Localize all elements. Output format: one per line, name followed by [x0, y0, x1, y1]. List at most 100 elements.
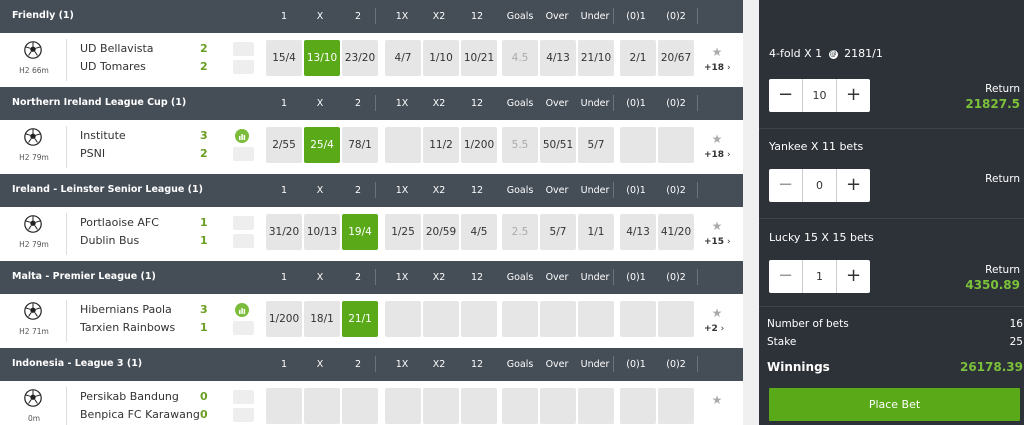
match-row[interactable]: H2 79m Institute PSNI 3 2 2/55 25/4 78/1 11/2 1/2…: [0, 120, 743, 174]
odds-button-1x[interactable]: [385, 388, 421, 424]
match-row[interactable]: 0m Persikab Bandung Benpica FC Karawang 0 0 ★: [0, 381, 743, 425]
divider: [66, 126, 67, 168]
odds-button-under[interactable]: 21/10: [578, 40, 614, 76]
odds-button-x2[interactable]: 1/10: [423, 40, 459, 76]
odds-button-x[interactable]: 10/13: [304, 214, 340, 250]
odds-button-x2[interactable]: 11/2: [423, 127, 459, 163]
odds-button-goals[interactable]: 4.5: [502, 40, 538, 76]
odds-button-12[interactable]: [461, 301, 497, 337]
odds-button-1[interactable]: 2/55: [266, 127, 302, 163]
odds-button-12[interactable]: 4/5: [461, 214, 497, 250]
yankee-stake-input[interactable]: 0: [803, 169, 836, 202]
odds-button-over[interactable]: [540, 388, 576, 424]
divider: [759, 306, 1024, 307]
home-team: Persikab Bandung: [80, 390, 179, 403]
odds-button-over[interactable]: 4/13: [540, 40, 576, 76]
odds-button-x2[interactable]: [423, 301, 459, 337]
placeholder-slot: [233, 60, 254, 74]
odds-button-1[interactable]: 31/20: [266, 214, 302, 250]
odds-button-01[interactable]: 4/13: [620, 214, 656, 250]
odds-button-01[interactable]: [620, 388, 656, 424]
odds-button-01[interactable]: [620, 301, 656, 337]
odds-button-02[interactable]: [658, 301, 694, 337]
odds-button-1[interactable]: 15/4: [266, 40, 302, 76]
odds-button-2[interactable]: 78/1: [342, 127, 378, 163]
column-header: Goals: [506, 272, 534, 283]
league-header[interactable]: Northern Ireland League Cup (1) 1 X 2 1X X2 12…: [0, 87, 743, 120]
column-header: 2: [354, 272, 362, 283]
league-header[interactable]: Malta - Premier League (1) 1 X 2 1X X2 12 Goals…: [0, 261, 743, 294]
more-markets-link[interactable]: +2 ›: [704, 324, 724, 334]
fourfold-increase-button[interactable]: +: [837, 79, 870, 112]
odds-button-12[interactable]: 1/200: [461, 127, 497, 163]
odds-button-01[interactable]: 2/1: [620, 40, 656, 76]
odds-button-2[interactable]: 21/1: [342, 301, 378, 337]
more-markets-link[interactable]: +18 ›: [704, 150, 731, 160]
odds-button-02[interactable]: 20/67: [658, 40, 694, 76]
odds-button-under[interactable]: 5/7: [578, 127, 614, 163]
favorite-star-icon[interactable]: ★: [710, 306, 724, 320]
odds-button-1[interactable]: 1/200: [266, 301, 302, 337]
odds-button-2[interactable]: 19/4: [342, 214, 378, 250]
league-header[interactable]: Friendly (1) 1 X 2 1X X2 12 Goals Over Under (0)1(…: [0, 0, 743, 33]
place-bet-button[interactable]: Place Bet: [769, 388, 1020, 421]
column-header: (0)1: [626, 98, 646, 109]
lucky15-increase-button[interactable]: +: [837, 260, 870, 293]
fourfold-stake-input[interactable]: 10: [803, 79, 836, 112]
odds-button-02[interactable]: 41/20: [658, 214, 694, 250]
more-markets-link[interactable]: +15 ›: [704, 237, 731, 247]
odds-button-over[interactable]: [540, 301, 576, 337]
odds-button-02[interactable]: [658, 388, 694, 424]
odds-button-under[interactable]: 1/1: [578, 214, 614, 250]
odds-button-1[interactable]: [266, 388, 302, 424]
odds-button-goals[interactable]: 5.5: [502, 127, 538, 163]
stats-icon[interactable]: [235, 129, 249, 143]
odds-button-x2[interactable]: [423, 388, 459, 424]
odds-button-1x[interactable]: [385, 127, 421, 163]
yankee-stake-stepper: − 0 +: [769, 169, 870, 202]
odds-button-goals[interactable]: [502, 301, 538, 337]
favorite-star-icon[interactable]: ★: [710, 132, 724, 146]
stats-icon[interactable]: [235, 303, 249, 317]
match-row[interactable]: H2 66m UD Bellavista UD Tomares 2 2 15/4 13/10…: [0, 33, 743, 87]
odds-button-02[interactable]: [658, 127, 694, 163]
lucky15-decrease-button[interactable]: −: [769, 260, 802, 293]
more-markets-link[interactable]: +18 ›: [704, 63, 731, 73]
odds-button-goals[interactable]: 2.5: [502, 214, 538, 250]
scrollbar[interactable]: [743, 0, 759, 425]
league-name: Ireland - Leinster Senior League (1): [12, 184, 203, 195]
league-header[interactable]: Indonesia - League 3 (1) 1 X 2 1X X2 12 Goals Ov…: [0, 348, 743, 381]
odds-button-over[interactable]: 50/51: [540, 127, 576, 163]
odds-button-12[interactable]: [461, 388, 497, 424]
favorite-star-icon[interactable]: ★: [710, 219, 724, 233]
fourfold-decrease-button[interactable]: −: [769, 79, 802, 112]
favorite-star-icon[interactable]: ★: [710, 45, 724, 59]
odds-button-x[interactable]: 18/1: [304, 301, 340, 337]
odds-button-01[interactable]: [620, 127, 656, 163]
odds-button-x[interactable]: 25/4: [304, 127, 340, 163]
odds-button-12[interactable]: 10/21: [461, 40, 497, 76]
league-header[interactable]: Ireland - Leinster Senior League (1) 1 X 2 1…: [0, 174, 743, 207]
lucky15-stake-input[interactable]: 1: [803, 260, 836, 293]
odds-button-x2[interactable]: 20/59: [423, 214, 459, 250]
placeholder-slot: [233, 408, 254, 422]
placeholder-slot: [233, 42, 254, 56]
away-team: Dublin Bus: [80, 234, 140, 247]
odds-button-2[interactable]: [342, 388, 378, 424]
odds-button-1x[interactable]: 4/7: [385, 40, 421, 76]
match-row[interactable]: H2 79m Portlaoise AFC Dublin Bus 1 1 31/20 10/…: [0, 207, 743, 261]
odds-button-goals[interactable]: [502, 388, 538, 424]
yankee-increase-button[interactable]: +: [837, 169, 870, 202]
odds-button-over[interactable]: 5/7: [540, 214, 576, 250]
match-row[interactable]: H2 71m Hibernians Paola Tarxien Rainbows 3 1…: [0, 294, 743, 348]
odds-button-under[interactable]: [578, 301, 614, 337]
odds-button-x[interactable]: [304, 388, 340, 424]
favorite-star-icon[interactable]: ★: [710, 393, 724, 407]
odds-button-x[interactable]: 13/10: [304, 40, 340, 76]
odds-button-2[interactable]: 23/20: [342, 40, 378, 76]
odds-button-1x[interactable]: 1/25: [385, 214, 421, 250]
odds-button-1x[interactable]: [385, 301, 421, 337]
odds-button-under[interactable]: [578, 388, 614, 424]
yankee-decrease-button[interactable]: −: [769, 169, 802, 202]
league-name: Northern Ireland League Cup (1): [12, 97, 187, 108]
